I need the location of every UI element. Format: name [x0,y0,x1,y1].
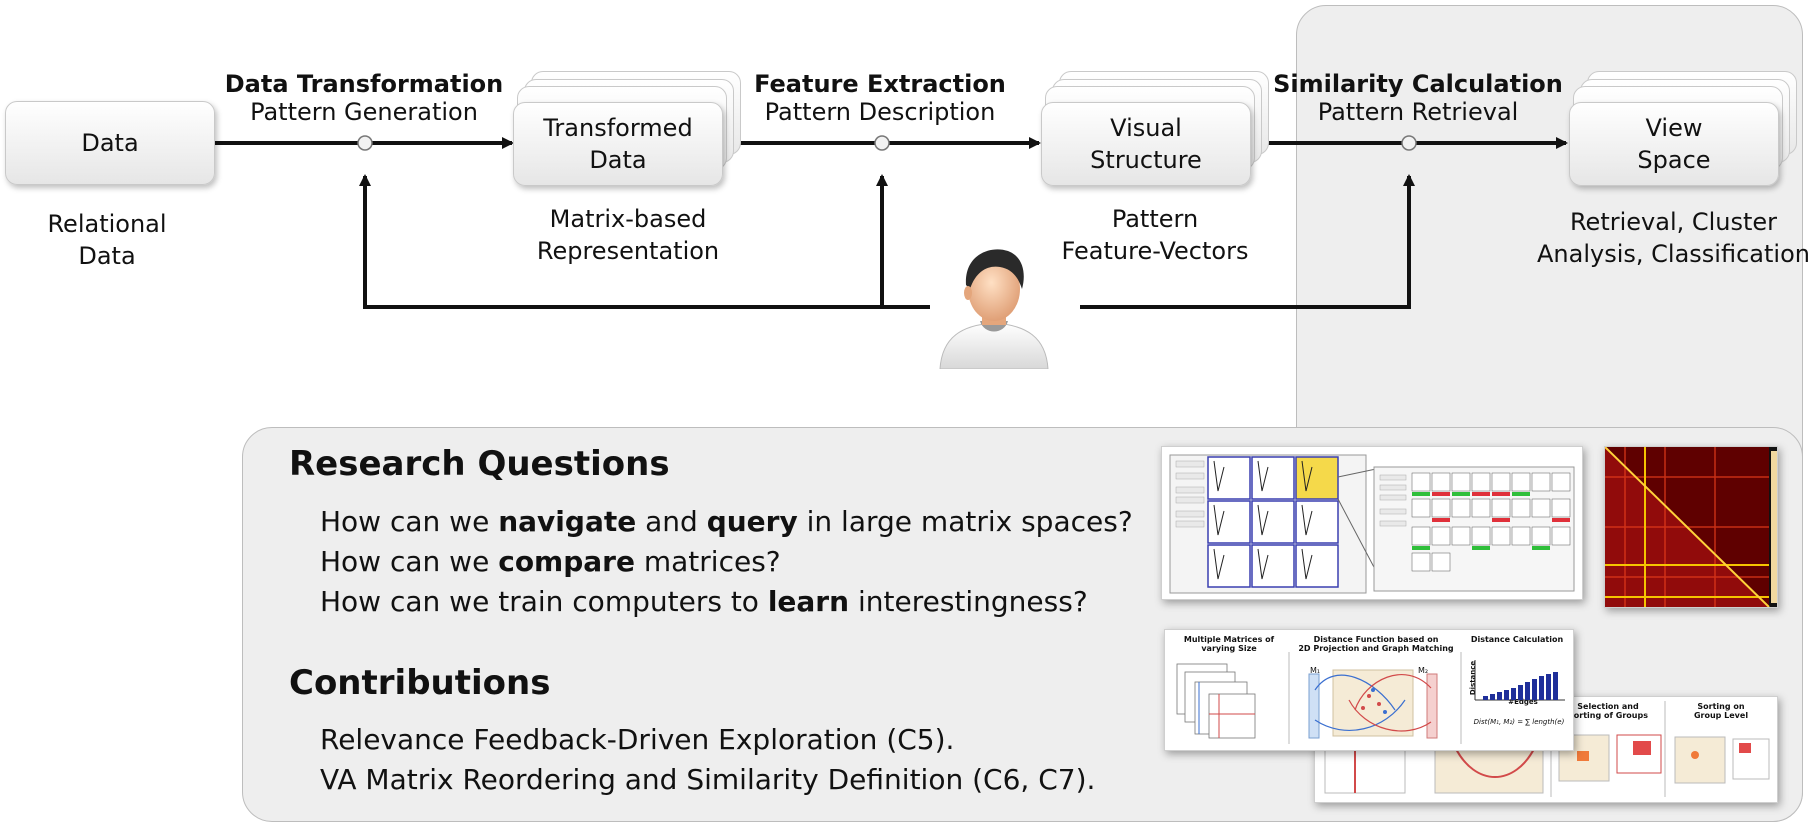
heatmap-graphic [1604,446,1777,608]
matrix-explorer-thumbnail [1161,446,1583,600]
user-avatar-icon [939,249,1049,369]
q-text: in large matrix spaces? [797,505,1133,538]
step-title: Similarity Calculation [1273,70,1563,98]
distance-function-graphic [1176,652,1565,744]
q-text: How can we [320,505,499,538]
step-title: Data Transformation [224,70,504,98]
node-transformed-data: Transformed Data [513,102,723,186]
step-data-transformation: Data Transformation Pattern Generation [214,70,514,126]
research-question-1: How can we navigate and query in large m… [320,502,1133,542]
q-text: and [636,505,707,538]
q-emphasis: compare [498,545,635,578]
step-feature-extraction: Feature Extraction Pattern Description [730,70,1030,126]
matrix-explorer-graphic [1169,454,1575,594]
junction-dot-2 [874,135,890,151]
q-emphasis: learn [767,585,850,618]
contribution-item: VA Matrix Reordering and Similarity Defi… [320,763,1096,796]
q-emphasis: navigate [498,505,637,538]
caption-relational-data: Relational Data [47,210,167,270]
caption-matrix-representation: Matrix-based Representation [536,205,720,265]
heatmap-thumbnail [1604,446,1778,608]
step-subtitle: Pattern Retrieval [1317,98,1519,126]
junction-dot-1 [357,135,373,151]
research-question-3: How can we train computers to learn inte… [320,582,1088,622]
caption-feature-vectors: Pattern Feature-Vectors [1061,205,1249,265]
step-similarity-calculation: Similarity Calculation Pattern Retrieval [1268,70,1568,126]
q-text: interestingness? [849,585,1088,618]
node-data: Data [5,101,215,185]
step-subtitle: Pattern Description [764,98,996,126]
q-text: How can we [320,545,499,578]
distance-function-thumbnail: Multiple Matrices of varying Size Distan… [1164,629,1574,751]
step-subtitle: Pattern Generation [250,98,478,126]
node-visual-structure: Visual Structure [1041,102,1251,186]
research-question-2: How can we compare matrices? [320,542,781,582]
caption-view-space: Retrieval, Cluster Analysis, Classificat… [1537,208,1810,268]
contributions-heading: Contributions [289,663,551,703]
q-emphasis: query [706,505,798,538]
research-questions-heading: Research Questions [289,444,670,484]
q-text: matrices? [634,545,781,578]
contribution-item: Relevance Feedback-Driven Exploration (C… [320,723,955,756]
node-view-space: View Space [1569,102,1779,186]
step-title: Feature Extraction [754,70,1006,98]
q-text: How can we train computers to [320,585,768,618]
junction-dot-3 [1401,135,1417,151]
